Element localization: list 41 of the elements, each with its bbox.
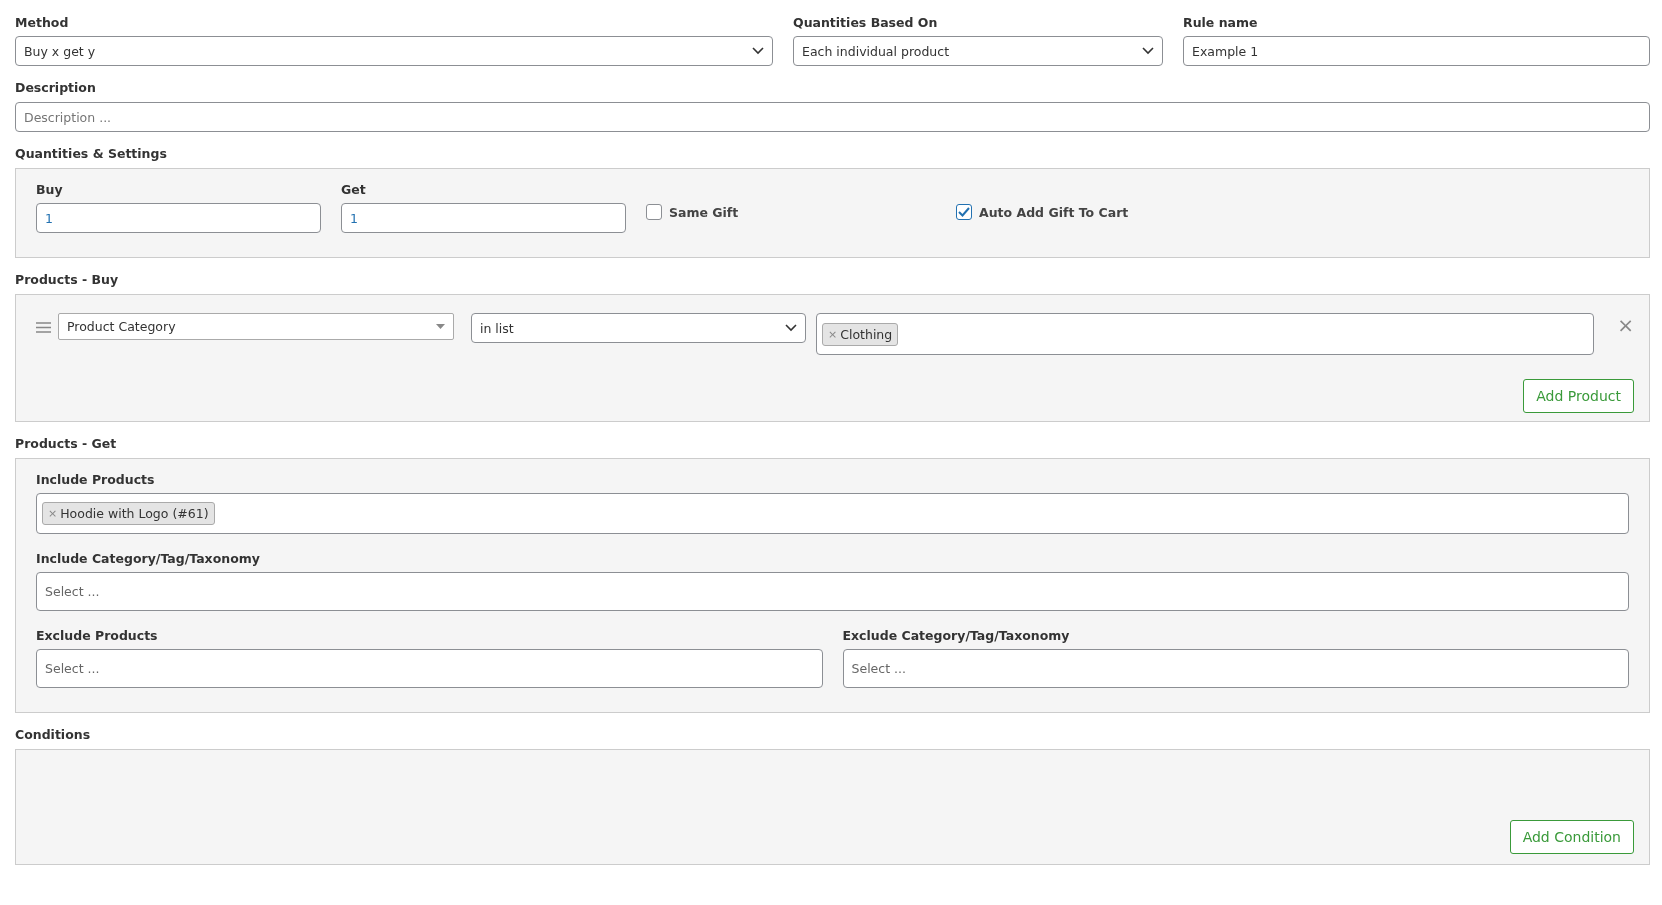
checkmark-icon bbox=[958, 207, 970, 217]
rule-name-input[interactable]: Example 1 bbox=[1183, 36, 1650, 66]
type-select[interactable]: Product Category bbox=[58, 313, 454, 340]
dropdown-arrow-icon bbox=[436, 324, 445, 329]
chevron-down-icon bbox=[1142, 47, 1154, 55]
checkbox-label: Auto Add Gift To Cart bbox=[979, 204, 1129, 220]
add-condition-button[interactable]: Add Condition bbox=[1509, 820, 1634, 854]
checkbox[interactable] bbox=[646, 204, 662, 220]
field-label: Method bbox=[15, 15, 70, 30]
section-title: Quantities & Settings bbox=[15, 146, 168, 161]
tag-chip[interactable]: × Hoodie with Logo (#61) bbox=[42, 502, 215, 525]
section-title: Products - Buy bbox=[15, 272, 120, 287]
section-title: Conditions bbox=[15, 727, 92, 742]
quantities-select[interactable]: Each individual product bbox=[793, 36, 1163, 66]
field-label: Include Category/Tag/Taxonomy bbox=[36, 551, 261, 566]
field-label: Quantities Based On bbox=[793, 15, 939, 30]
operator-select[interactable]: in list bbox=[471, 313, 806, 343]
select-field[interactable]: Select ... bbox=[842, 649, 1629, 688]
quantity-input[interactable]: 1 bbox=[36, 203, 321, 233]
field-label: Get bbox=[341, 182, 367, 197]
tag-chip[interactable]: × Clothing bbox=[822, 322, 899, 346]
chevron-down-icon bbox=[752, 47, 764, 55]
chevron-down-icon bbox=[785, 324, 797, 332]
field-label: Exclude Category/Tag/Taxonomy bbox=[842, 628, 1071, 643]
checkbox[interactable] bbox=[956, 204, 972, 220]
section-title: Products - Get bbox=[15, 436, 118, 451]
method-select[interactable]: Buy x get y bbox=[15, 36, 773, 66]
product-select[interactable]: × Hoodie with Logo (#61) bbox=[36, 493, 1629, 534]
checkbox-label: Same Gift bbox=[669, 204, 739, 220]
field-label: Buy bbox=[36, 182, 64, 197]
drag-handle-icon[interactable] bbox=[36, 322, 51, 333]
add-product-button[interactable]: Add Product bbox=[1523, 379, 1634, 413]
field-label: Include Products bbox=[36, 472, 156, 487]
quantity-input[interactable]: 1 bbox=[341, 203, 626, 233]
select-field[interactable]: Select ... bbox=[36, 572, 1629, 611]
field-label: Description bbox=[15, 80, 97, 95]
field-label: Rule name bbox=[1183, 15, 1259, 30]
select-field[interactable]: Select ... bbox=[36, 649, 823, 688]
description-input[interactable]: Description ... bbox=[15, 102, 1650, 132]
field-label: Exclude Products bbox=[36, 628, 159, 643]
tag-select[interactable]: × Clothing bbox=[816, 313, 1594, 355]
